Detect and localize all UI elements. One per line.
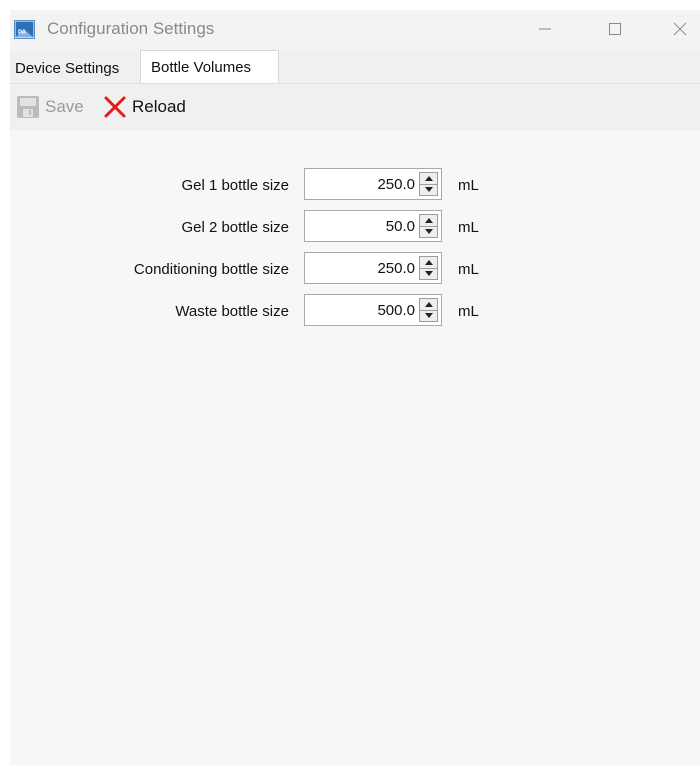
waste-bottle-label: Waste bottle size bbox=[175, 302, 289, 320]
configuration-settings-window: PA Configuration Settings Device Setting… bbox=[10, 10, 700, 765]
reload-button[interactable]: Reload bbox=[103, 84, 186, 130]
svg-text:PA: PA bbox=[18, 30, 27, 36]
gel1-decrement-button[interactable] bbox=[420, 184, 437, 195]
tab-strip: Device Settings Bottle Volumes bbox=[10, 50, 700, 84]
conditioning-bottle-spinbox[interactable]: 250.0 bbox=[304, 252, 442, 284]
arrow-down-icon bbox=[424, 187, 433, 192]
gel1-bottle-unit: mL bbox=[458, 176, 479, 194]
waste-bottle-value[interactable]: 500.0 bbox=[377, 295, 415, 325]
gel1-bottle-value[interactable]: 250.0 bbox=[377, 169, 415, 199]
arrow-down-icon bbox=[424, 313, 433, 318]
gel2-bottle-spinbox[interactable]: 50.0 bbox=[304, 210, 442, 242]
arrow-up-icon bbox=[424, 218, 433, 223]
arrow-up-icon bbox=[424, 260, 433, 265]
tab-device-settings[interactable]: Device Settings bbox=[13, 53, 121, 84]
conditioning-bottle-label: Conditioning bottle size bbox=[133, 260, 289, 278]
title-bar[interactable]: PA Configuration Settings bbox=[10, 10, 700, 52]
close-button[interactable] bbox=[650, 10, 700, 48]
gel2-spin-buttons bbox=[419, 214, 438, 238]
conditioning-bottle-value[interactable]: 250.0 bbox=[377, 253, 415, 283]
window-title: Configuration Settings bbox=[47, 19, 215, 38]
minimize-icon bbox=[539, 28, 551, 30]
arrow-down-icon bbox=[424, 271, 433, 276]
arrow-down-icon bbox=[424, 229, 433, 234]
gel1-bottle-spinbox[interactable]: 250.0 bbox=[304, 168, 442, 200]
waste-bottle-row: Waste bottle size 500.0 mL bbox=[10, 294, 700, 328]
maximize-button[interactable] bbox=[585, 10, 645, 48]
waste-decrement-button[interactable] bbox=[420, 310, 437, 321]
save-button[interactable]: Save bbox=[16, 84, 84, 130]
tab-bottle-volumes[interactable]: Bottle Volumes bbox=[140, 50, 279, 83]
save-disk-icon bbox=[16, 95, 40, 119]
arrow-up-icon bbox=[424, 302, 433, 307]
maximize-icon bbox=[609, 23, 621, 35]
conditioning-bottle-unit: mL bbox=[458, 260, 479, 278]
close-icon bbox=[673, 22, 687, 36]
waste-spin-buttons bbox=[419, 298, 438, 322]
waste-bottle-unit: mL bbox=[458, 302, 479, 320]
waste-bottle-spinbox[interactable]: 500.0 bbox=[304, 294, 442, 326]
gel2-bottle-row: Gel 2 bottle size 50.0 mL bbox=[10, 210, 700, 244]
conditioning-decrement-button[interactable] bbox=[420, 268, 437, 279]
conditioning-spin-buttons bbox=[419, 256, 438, 280]
gel1-bottle-label: Gel 1 bottle size bbox=[181, 176, 289, 194]
toolbar: Save Reload bbox=[10, 84, 700, 130]
reload-label: Reload bbox=[132, 97, 186, 116]
arrow-up-icon bbox=[424, 176, 433, 181]
conditioning-bottle-row: Conditioning bottle size 250.0 mL bbox=[10, 252, 700, 286]
save-label: Save bbox=[45, 97, 84, 116]
gel1-bottle-row: Gel 1 bottle size 250.0 mL bbox=[10, 168, 700, 202]
gel2-bottle-value[interactable]: 50.0 bbox=[386, 211, 415, 241]
reload-x-icon bbox=[103, 95, 127, 119]
app-logo-icon: PA bbox=[14, 20, 35, 39]
gel2-bottle-label: Gel 2 bottle size bbox=[181, 218, 289, 236]
gel2-bottle-unit: mL bbox=[458, 218, 479, 236]
gel1-spin-buttons bbox=[419, 172, 438, 196]
gel2-decrement-button[interactable] bbox=[420, 226, 437, 237]
minimize-button[interactable] bbox=[515, 10, 575, 48]
